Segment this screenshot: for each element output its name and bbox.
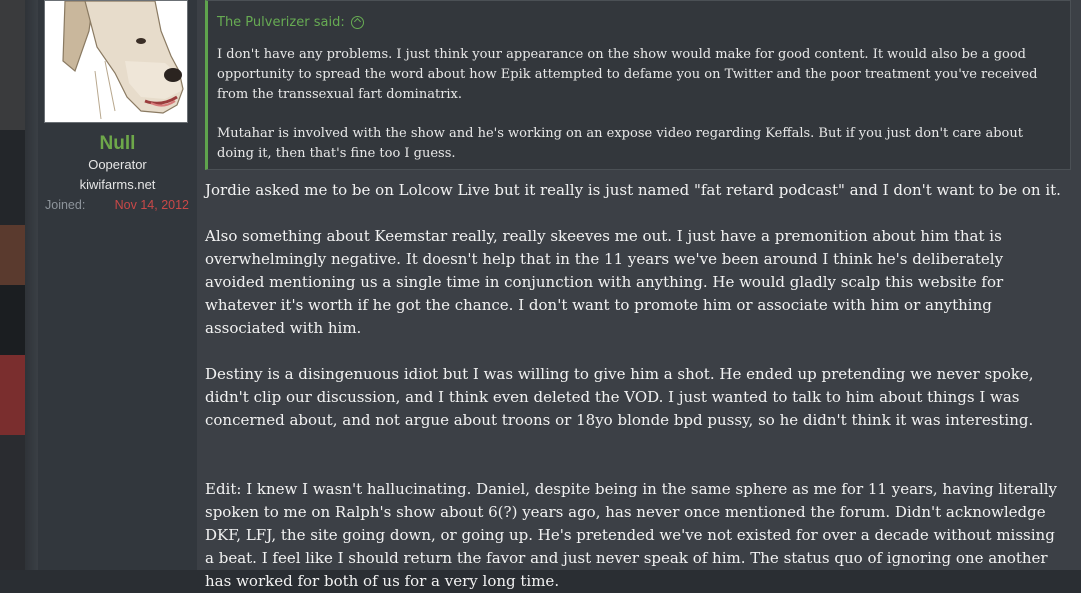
post-paragraph: Edit: I knew I wasn't hallucinating. Dan…: [205, 480, 1058, 590]
quote-body: I don't have any problems. I just think …: [217, 45, 1057, 164]
background-edge: [25, 0, 38, 570]
username[interactable]: Null: [38, 133, 197, 155]
quote-author-label[interactable]: The Pulverizer said:: [217, 15, 345, 30]
user-info-panel: Null Ooperator kiwifarms.net Joined: Nov…: [38, 0, 197, 570]
user-banner: kiwifarms.net: [79, 177, 156, 192]
joined-label: Joined:: [45, 198, 86, 212]
joined-date: Nov 14, 2012: [114, 198, 189, 212]
post-paragraph: Destiny is a disingenuous idiot but I wa…: [205, 365, 1034, 429]
post-paragraph: Jordie asked me to be on Lolcow Live but…: [205, 181, 1061, 199]
post-paragraph: Also something about Keemstar really, re…: [205, 227, 1004, 337]
background-strip: [0, 0, 38, 570]
post-body: Jordie asked me to be on Lolcow Live but…: [205, 179, 1067, 593]
quote-author[interactable]: The Pulverizer said:: [217, 15, 364, 30]
arrow-up-circle-icon[interactable]: [350, 16, 364, 29]
quote-block: The Pulverizer said: I don't have any pr…: [205, 0, 1071, 170]
user-title: Ooperator: [88, 157, 147, 172]
quote-paragraph: I don't have any problems. I just think …: [217, 47, 1038, 102]
post-message: The Pulverizer said: I don't have any pr…: [197, 0, 1081, 590]
dog-avatar-icon[interactable]: [44, 0, 188, 123]
quote-paragraph: Mutahar is involved with the show and he…: [217, 126, 1023, 161]
